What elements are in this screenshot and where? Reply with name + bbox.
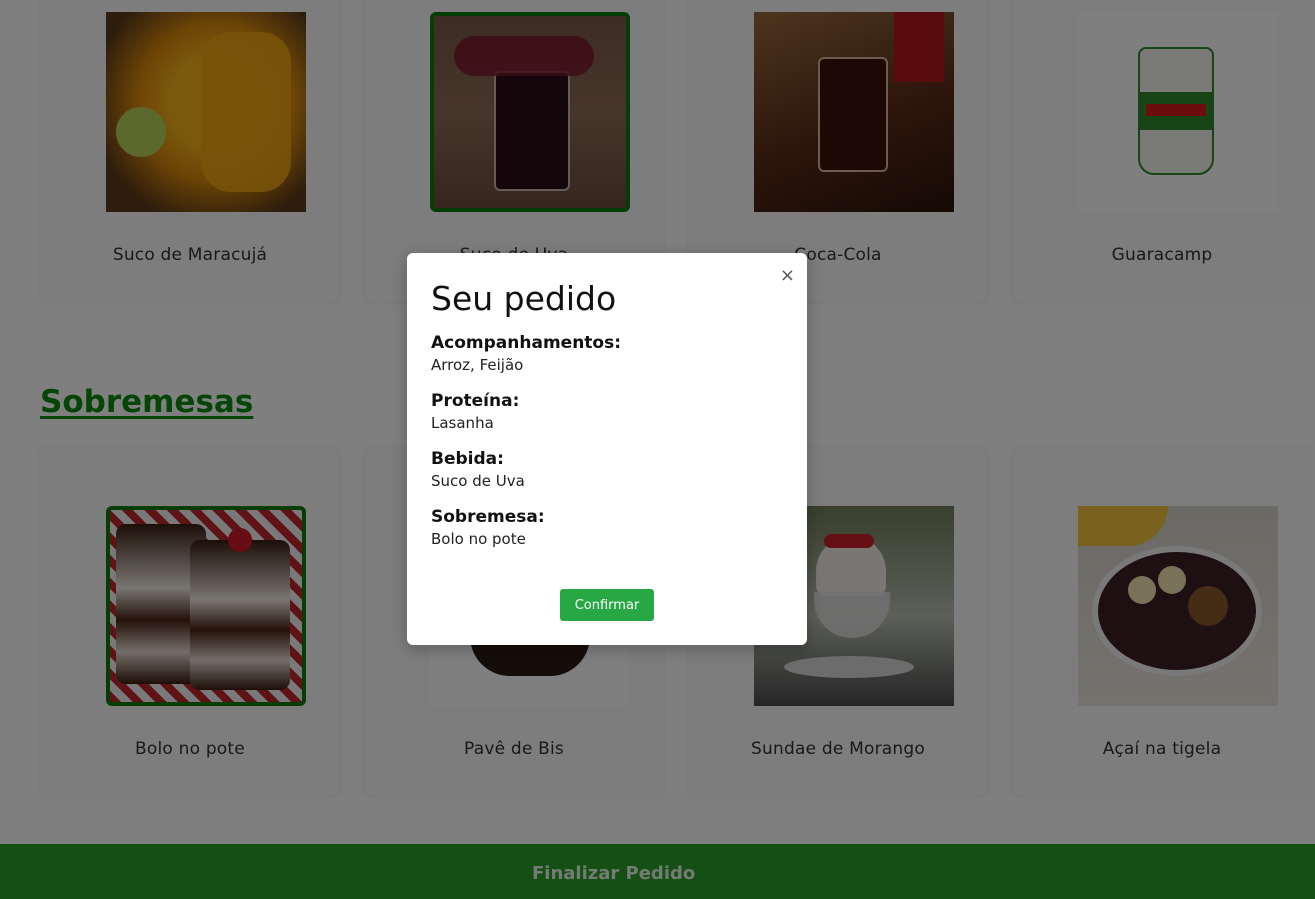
section-heading: Sobremesa: bbox=[431, 507, 545, 527]
order-section-sides: Acompanhamentos: Arroz, Feijão bbox=[431, 332, 783, 376]
order-section-dessert: Sobremesa: Bolo no pote bbox=[431, 506, 783, 550]
order-section-protein: Proteína: Lasanha bbox=[431, 390, 783, 434]
section-heading: Proteína: bbox=[431, 391, 520, 411]
section-value: Lasanha bbox=[431, 414, 494, 432]
section-value: Bolo no pote bbox=[431, 530, 526, 548]
section-heading: Acompanhamentos: bbox=[431, 333, 622, 353]
order-modal: × Seu pedido Acompanhamentos: Arroz, Fei… bbox=[407, 253, 807, 645]
close-icon[interactable]: × bbox=[780, 267, 795, 285]
section-heading: Bebida: bbox=[431, 449, 504, 469]
section-value: Arroz, Feijão bbox=[431, 356, 524, 374]
modal-title: Seu pedido bbox=[431, 279, 617, 318]
confirm-button[interactable]: Confirmar bbox=[560, 589, 654, 621]
order-section-drink: Bebida: Suco de Uva bbox=[431, 448, 783, 492]
section-value: Suco de Uva bbox=[431, 472, 525, 490]
